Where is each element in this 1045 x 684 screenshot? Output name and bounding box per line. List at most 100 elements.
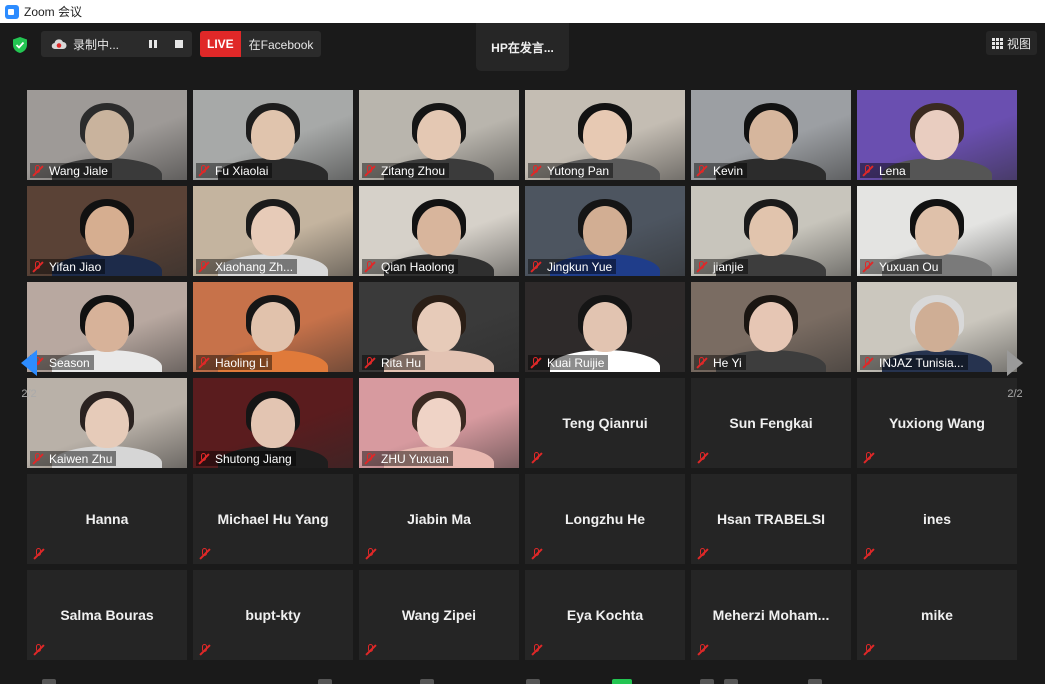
muted-mic-icon	[365, 644, 377, 656]
participant-tile[interactable]: Jiabin Ma	[359, 474, 519, 564]
participant-tile[interactable]: mike	[857, 570, 1017, 660]
participant-tile[interactable]: Kevin	[691, 90, 851, 180]
muted-mic-icon	[531, 644, 543, 656]
participant-name: Haoling Li	[215, 355, 269, 370]
previous-page-button[interactable]: 2/2	[12, 331, 46, 419]
muted-mic-icon	[863, 452, 875, 464]
participant-tile[interactable]: Kaiwen Zhu	[27, 378, 187, 468]
recording-label: 录制中...	[73, 37, 120, 52]
muted-mic-icon	[862, 164, 874, 177]
participant-tile[interactable]: Wang Jiale	[27, 90, 187, 180]
participant-tile[interactable]: Eya Kochta	[525, 570, 685, 660]
muted-mic-icon	[696, 356, 708, 369]
participant-tile[interactable]: Kuai Ruijie	[525, 282, 685, 372]
participant-name-label: Qian Haolong	[362, 259, 459, 274]
share-icon[interactable]	[526, 679, 540, 684]
participant-name: Fu Xiaolai	[215, 163, 269, 178]
muted-mic-icon	[696, 164, 708, 177]
participant-tile[interactable]: Lena	[857, 90, 1017, 180]
mute-icon[interactable]	[42, 679, 56, 684]
participant-name-label: ZHU Yuxuan	[362, 451, 453, 466]
participant-tile[interactable]: Wang Zipei	[359, 570, 519, 660]
window-title: Zoom 会议	[24, 5, 83, 19]
participant-tile[interactable]: Hsan TRABELSI	[691, 474, 851, 564]
participant-name: ines	[922, 511, 951, 527]
participant-name-label: Haoling Li	[196, 355, 273, 370]
participant-tile[interactable]: Xiaohang Zh...	[193, 186, 353, 276]
participant-tile[interactable]: Rita Hu	[359, 282, 519, 372]
participant-tile[interactable]: Salma Bouras	[27, 570, 187, 660]
participant-tile[interactable]: Fu Xiaolai	[193, 90, 353, 180]
participant-tile[interactable]: Yutong Pan	[525, 90, 685, 180]
participant-name: Season	[49, 355, 90, 370]
participant-tile[interactable]: Zitang Zhou	[359, 90, 519, 180]
live-target-label: 在Facebook	[240, 31, 322, 57]
more-icon[interactable]	[808, 679, 822, 684]
participant-name-label: Jingkun Yue	[528, 259, 617, 274]
participant-name: Rita Hu	[381, 355, 422, 370]
participant-tile[interactable]: Qian Haolong	[359, 186, 519, 276]
participant-tile[interactable]: Meherzi Moham...	[691, 570, 851, 660]
participant-name-label: Yifan Jiao	[30, 259, 106, 274]
participant-name: Yifan Jiao	[49, 259, 102, 274]
participant-name: INJAZ Tunisia...	[879, 355, 964, 370]
record-icon[interactable]	[700, 679, 714, 684]
participant-tile[interactable]: Sun Fengkai	[691, 378, 851, 468]
muted-mic-icon	[364, 452, 376, 465]
participant-tile[interactable]: Longzhu He	[525, 474, 685, 564]
chat-icon[interactable]	[420, 679, 434, 684]
participant-name: Eya Kochta	[566, 607, 644, 623]
muted-mic-icon	[696, 260, 708, 273]
participant-name: Jingkun Yue	[547, 259, 613, 274]
participant-tile[interactable]: ines	[857, 474, 1017, 564]
participant-name: Longzhu He	[564, 511, 646, 527]
muted-mic-icon	[365, 548, 377, 560]
view-button[interactable]: 视图	[985, 31, 1037, 55]
participant-tile[interactable]: jianjie	[691, 186, 851, 276]
stop-recording-button[interactable]	[168, 34, 190, 54]
active-speaker-label: HP在发言...	[491, 40, 554, 55]
participant-name-label: Kaiwen Zhu	[30, 451, 117, 466]
participant-tile[interactable]: Shutong Jiang	[193, 378, 353, 468]
participant-tile[interactable]: bupt-kty	[193, 570, 353, 660]
gallery-grid-icon	[991, 37, 1003, 49]
muted-mic-icon	[199, 548, 211, 560]
participant-tile[interactable]: Jingkun Yue	[525, 186, 685, 276]
page-indicator-right: 2/2	[1007, 388, 1023, 400]
participant-name: Kaiwen Zhu	[49, 451, 113, 466]
participants-icon[interactable]	[318, 679, 332, 684]
share-screen-icon[interactable]	[612, 679, 632, 684]
cloud-record-icon	[51, 38, 67, 50]
participant-name-label: Shutong Jiang	[196, 451, 296, 466]
arrow-left-icon	[21, 350, 37, 376]
participant-tile[interactable]: Haoling Li	[193, 282, 353, 372]
participant-name: Hsan TRABELSI	[716, 511, 826, 527]
participant-tile[interactable]: ZHU Yuxuan	[359, 378, 519, 468]
security-shield-icon[interactable]	[10, 35, 30, 55]
participant-name-label: Wang Jiale	[30, 163, 112, 178]
reactions-icon[interactable]	[724, 679, 738, 684]
participant-name: Meherzi Moham...	[712, 607, 830, 623]
participant-name: Kuai Ruijie	[547, 355, 605, 370]
participant-tile[interactable]: Teng Qianrui	[525, 378, 685, 468]
participant-name: Hanna	[85, 511, 129, 527]
pause-recording-button[interactable]	[142, 34, 164, 54]
participant-tile[interactable]: Season	[27, 282, 187, 372]
participant-name-label: Yutong Pan	[528, 163, 614, 178]
muted-mic-icon	[32, 260, 44, 273]
participant-tile[interactable]: Hanna	[27, 474, 187, 564]
muted-mic-icon	[32, 164, 44, 177]
participant-tile[interactable]: He Yi	[691, 282, 851, 372]
next-page-button[interactable]: 2/2	[990, 331, 1040, 419]
participant-tile[interactable]: Yuxuan Ou	[857, 186, 1017, 276]
live-stream-indicator[interactable]: LIVE 在Facebook	[200, 31, 322, 57]
participant-name: Shutong Jiang	[215, 451, 292, 466]
muted-mic-icon	[198, 356, 210, 369]
muted-mic-icon	[364, 164, 376, 177]
muted-mic-icon	[364, 356, 376, 369]
participant-name: Zitang Zhou	[381, 163, 446, 178]
participant-name: Wang Jiale	[49, 163, 108, 178]
participant-tile[interactable]: Yifan Jiao	[27, 186, 187, 276]
muted-mic-icon	[863, 644, 875, 656]
participant-tile[interactable]: Michael Hu Yang	[193, 474, 353, 564]
